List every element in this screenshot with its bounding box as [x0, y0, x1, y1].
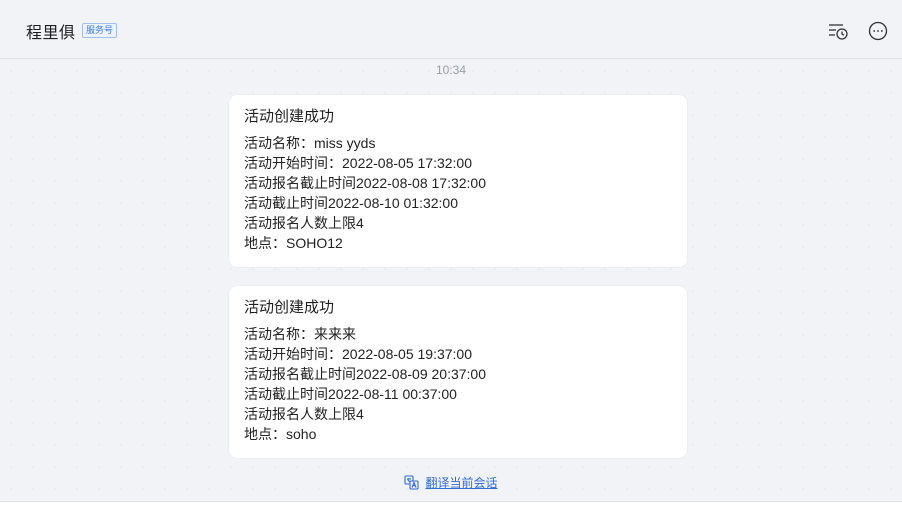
registration-deadline-line: 活动报名截止时间2022-08-09 20:37:00: [244, 366, 486, 382]
message-area[interactable]: 10:34 活动创建成功 活动名称：miss yyds 活动开始时间：2022-…: [0, 60, 902, 501]
input-area-edge: [0, 501, 902, 507]
message-title: 活动创建成功: [244, 108, 335, 125]
activity-start-line: 活动开始时间：2022-08-05 17:32:00: [244, 155, 472, 171]
activity-name-line: 活动名称：miss yyds: [244, 135, 376, 151]
chat-header: 程里俱 服务号: [0, 0, 902, 59]
message-title: 活动创建成功: [244, 299, 335, 316]
registration-deadline-line: 活动报名截止时间2022-08-08 17:32:00: [244, 175, 486, 191]
message-timestamp: 10:34: [435, 63, 467, 77]
activity-end-line: 活动截止时间2022-08-10 01:32:00: [244, 195, 458, 211]
participant-limit-line: 活动报名人数上限4: [244, 215, 364, 231]
message-card[interactable]: 活动创建成功 活动名称：miss yyds 活动开始时间：2022-08-05 …: [229, 95, 687, 267]
participant-limit-line: 活动报名人数上限4: [244, 406, 364, 422]
activity-name-line: 活动名称：来来来: [244, 326, 356, 342]
history-icon[interactable]: [827, 20, 849, 42]
account-title: 程里俱: [26, 25, 76, 42]
location-line: 地点：SOHO12: [244, 235, 343, 251]
service-account-badge: 服务号: [82, 23, 118, 38]
translate-link-label[interactable]: 翻译当前会话: [425, 474, 497, 491]
activity-end-line: 活动截止时间2022-08-11 00:37:00: [244, 386, 457, 402]
activity-start-line: 活动开始时间：2022-08-05 19:37:00: [244, 346, 472, 362]
message-card[interactable]: 活动创建成功 活动名称：来来来 活动开始时间：2022-08-05 19:37:…: [229, 286, 687, 458]
translate-icon: [404, 475, 420, 490]
more-icon[interactable]: [867, 20, 889, 42]
location-line: 地点：soho: [244, 426, 317, 442]
translate-conversation-link[interactable]: 翻译当前会话: [0, 474, 902, 491]
